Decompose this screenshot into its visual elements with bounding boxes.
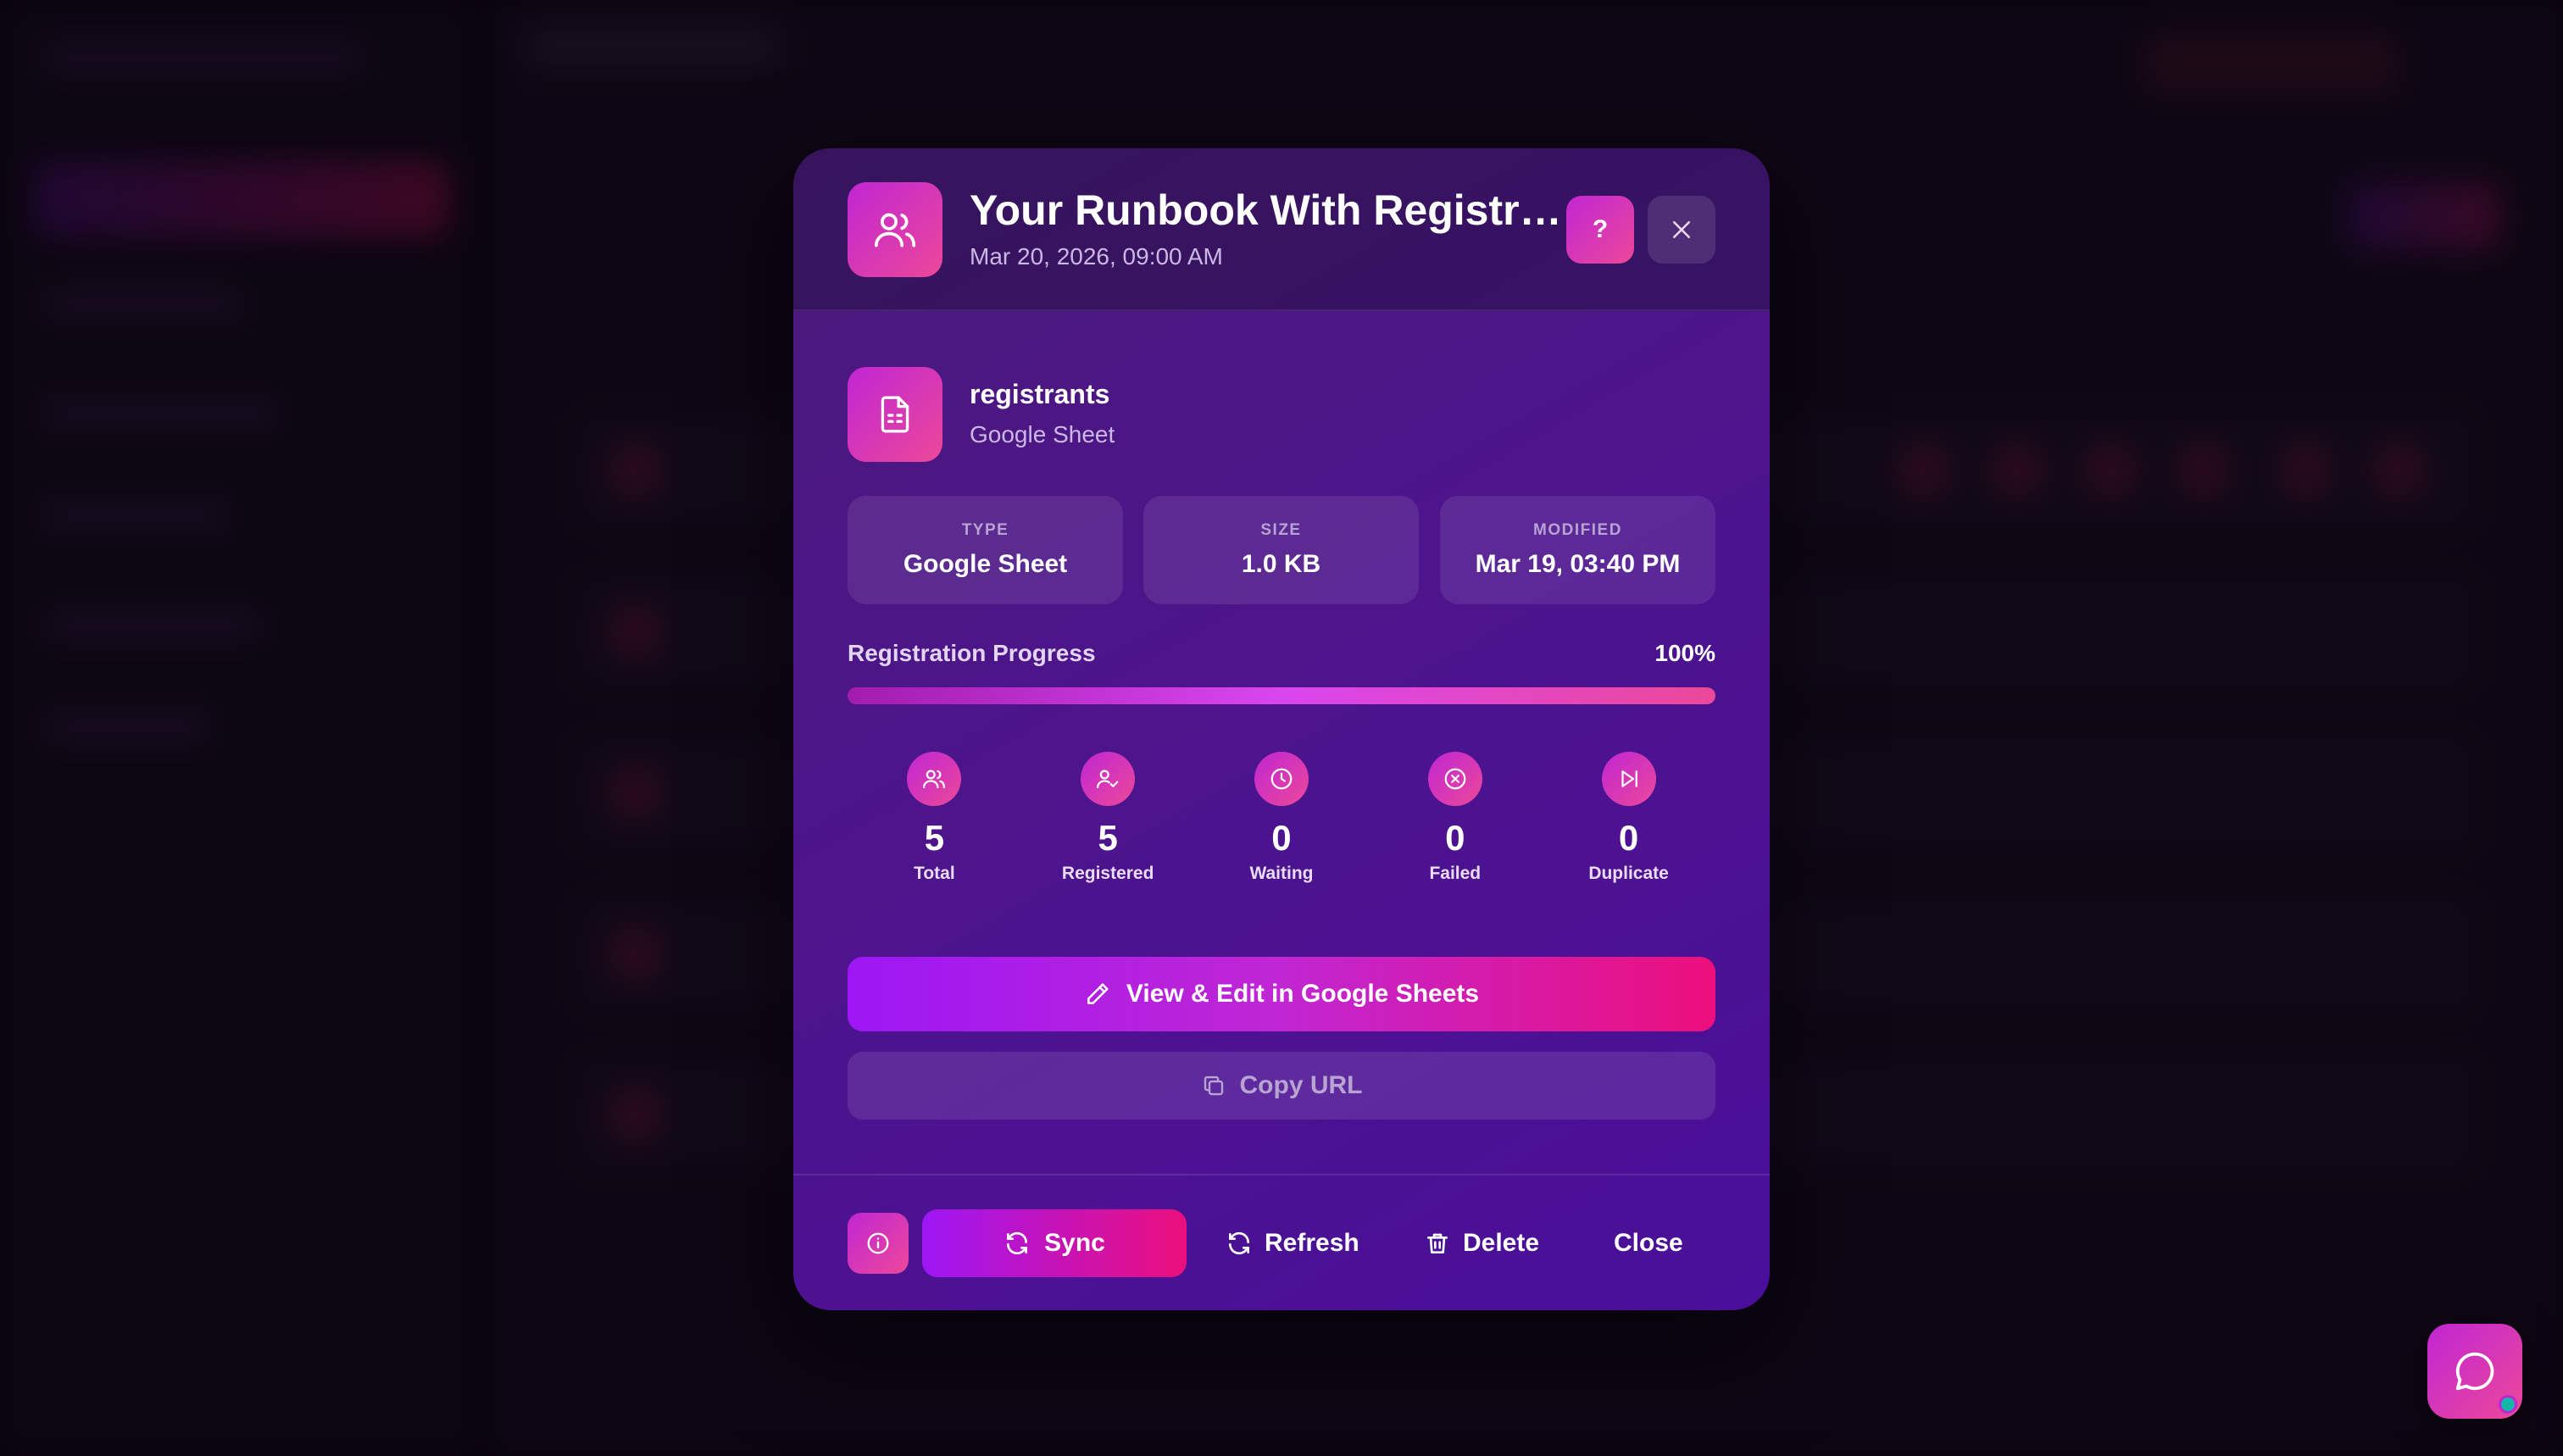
info-card-value: Mar 19, 03:40 PM	[1475, 550, 1681, 578]
modal-title: Your Runbook With Registrants	[970, 186, 1580, 234]
delete-label: Delete	[1463, 1229, 1540, 1257]
online-status-dot	[2499, 1395, 2517, 1414]
close-label: Close	[1614, 1229, 1683, 1257]
copy-icon	[1204, 1075, 1223, 1096]
sync-button[interactable]: Sync	[922, 1209, 1187, 1277]
stat-label: Total	[914, 864, 955, 883]
sync-label: Sync	[1044, 1229, 1105, 1257]
sync-icon	[1007, 1231, 1028, 1255]
trash-icon	[1427, 1233, 1448, 1253]
close-button[interactable]: Close	[1614, 1209, 1683, 1277]
file-name: registrants	[970, 379, 1110, 409]
stat-waiting: 0 Waiting	[1205, 752, 1358, 904]
modal-footer: Sync Refresh Delete Close	[793, 1174, 1770, 1310]
skip-forward-icon	[1601, 752, 1656, 806]
chat-button[interactable]	[2427, 1324, 2522, 1419]
progress-bar-fill	[848, 687, 1715, 704]
info-icon	[867, 1232, 889, 1254]
view-edit-label: View & Edit in Google Sheets	[1126, 980, 1480, 1008]
delete-button[interactable]: Delete	[1424, 1209, 1539, 1277]
registration-stats: 5 Total 5 Registered 0 Waiting 0 Failed …	[848, 752, 1715, 904]
progress-bar	[848, 687, 1715, 704]
info-button[interactable]	[848, 1213, 909, 1274]
stat-label: Registered	[1061, 864, 1154, 883]
x-circle-icon	[1427, 752, 1482, 806]
users-icon	[907, 752, 962, 806]
info-card-label: TYPE	[961, 521, 1009, 539]
file-type: Google Sheet	[970, 421, 1115, 447]
stat-value: 0	[1618, 818, 1639, 858]
info-card-value: Google Sheet	[903, 550, 1068, 578]
stat-total: 5 Total	[858, 752, 1010, 904]
spreadsheet-file-icon	[848, 367, 942, 462]
stat-value: 0	[1271, 818, 1292, 858]
modal-date: Mar 20, 2026, 09:00 AM	[970, 243, 1223, 270]
user-check-icon	[1081, 752, 1136, 806]
info-card-type: TYPE Google Sheet	[848, 496, 1123, 604]
stat-value: 5	[1098, 818, 1118, 858]
refresh-icon	[1229, 1231, 1249, 1255]
info-card-modified: MODIFIED Mar 19, 03:40 PM	[1440, 496, 1715, 604]
stat-label: Waiting	[1249, 864, 1314, 883]
help-button[interactable]: ?	[1566, 196, 1634, 264]
refresh-label: Refresh	[1265, 1229, 1359, 1257]
close-icon	[1673, 221, 1690, 238]
runbook-modal: Your Runbook With Registrants Mar 20, 20…	[793, 148, 1770, 1310]
pencil-icon	[1087, 983, 1109, 1004]
view-edit-google-sheets-button[interactable]: View & Edit in Google Sheets	[848, 957, 1715, 1031]
info-card-size: SIZE 1.0 KB	[1143, 496, 1419, 604]
close-icon-button[interactable]	[1648, 196, 1715, 264]
info-card-label: MODIFIED	[1533, 521, 1622, 539]
users-icon	[848, 182, 942, 277]
stat-value: 5	[924, 818, 945, 858]
stat-label: Duplicate	[1588, 864, 1669, 883]
copy-url-label: Copy URL	[1239, 1071, 1363, 1099]
modal-header: Your Runbook With Registrants Mar 20, 20…	[793, 148, 1770, 311]
info-card-value: 1.0 KB	[1241, 550, 1321, 578]
stat-failed: 0 Failed	[1379, 752, 1532, 904]
stat-duplicate: 0 Duplicate	[1553, 752, 1705, 904]
stat-registered: 5 Registered	[1031, 752, 1184, 904]
stat-value: 0	[1445, 818, 1465, 858]
progress-label: Registration Progress	[848, 640, 1096, 666]
copy-url-button[interactable]: Copy URL	[848, 1052, 1715, 1120]
clock-icon	[1254, 752, 1309, 806]
refresh-button[interactable]: Refresh	[1226, 1209, 1359, 1277]
chat-bubble-icon	[2455, 1352, 2494, 1391]
progress-percent: 100%	[1654, 640, 1715, 666]
info-card-label: SIZE	[1260, 521, 1302, 539]
stat-label: Failed	[1429, 864, 1482, 883]
